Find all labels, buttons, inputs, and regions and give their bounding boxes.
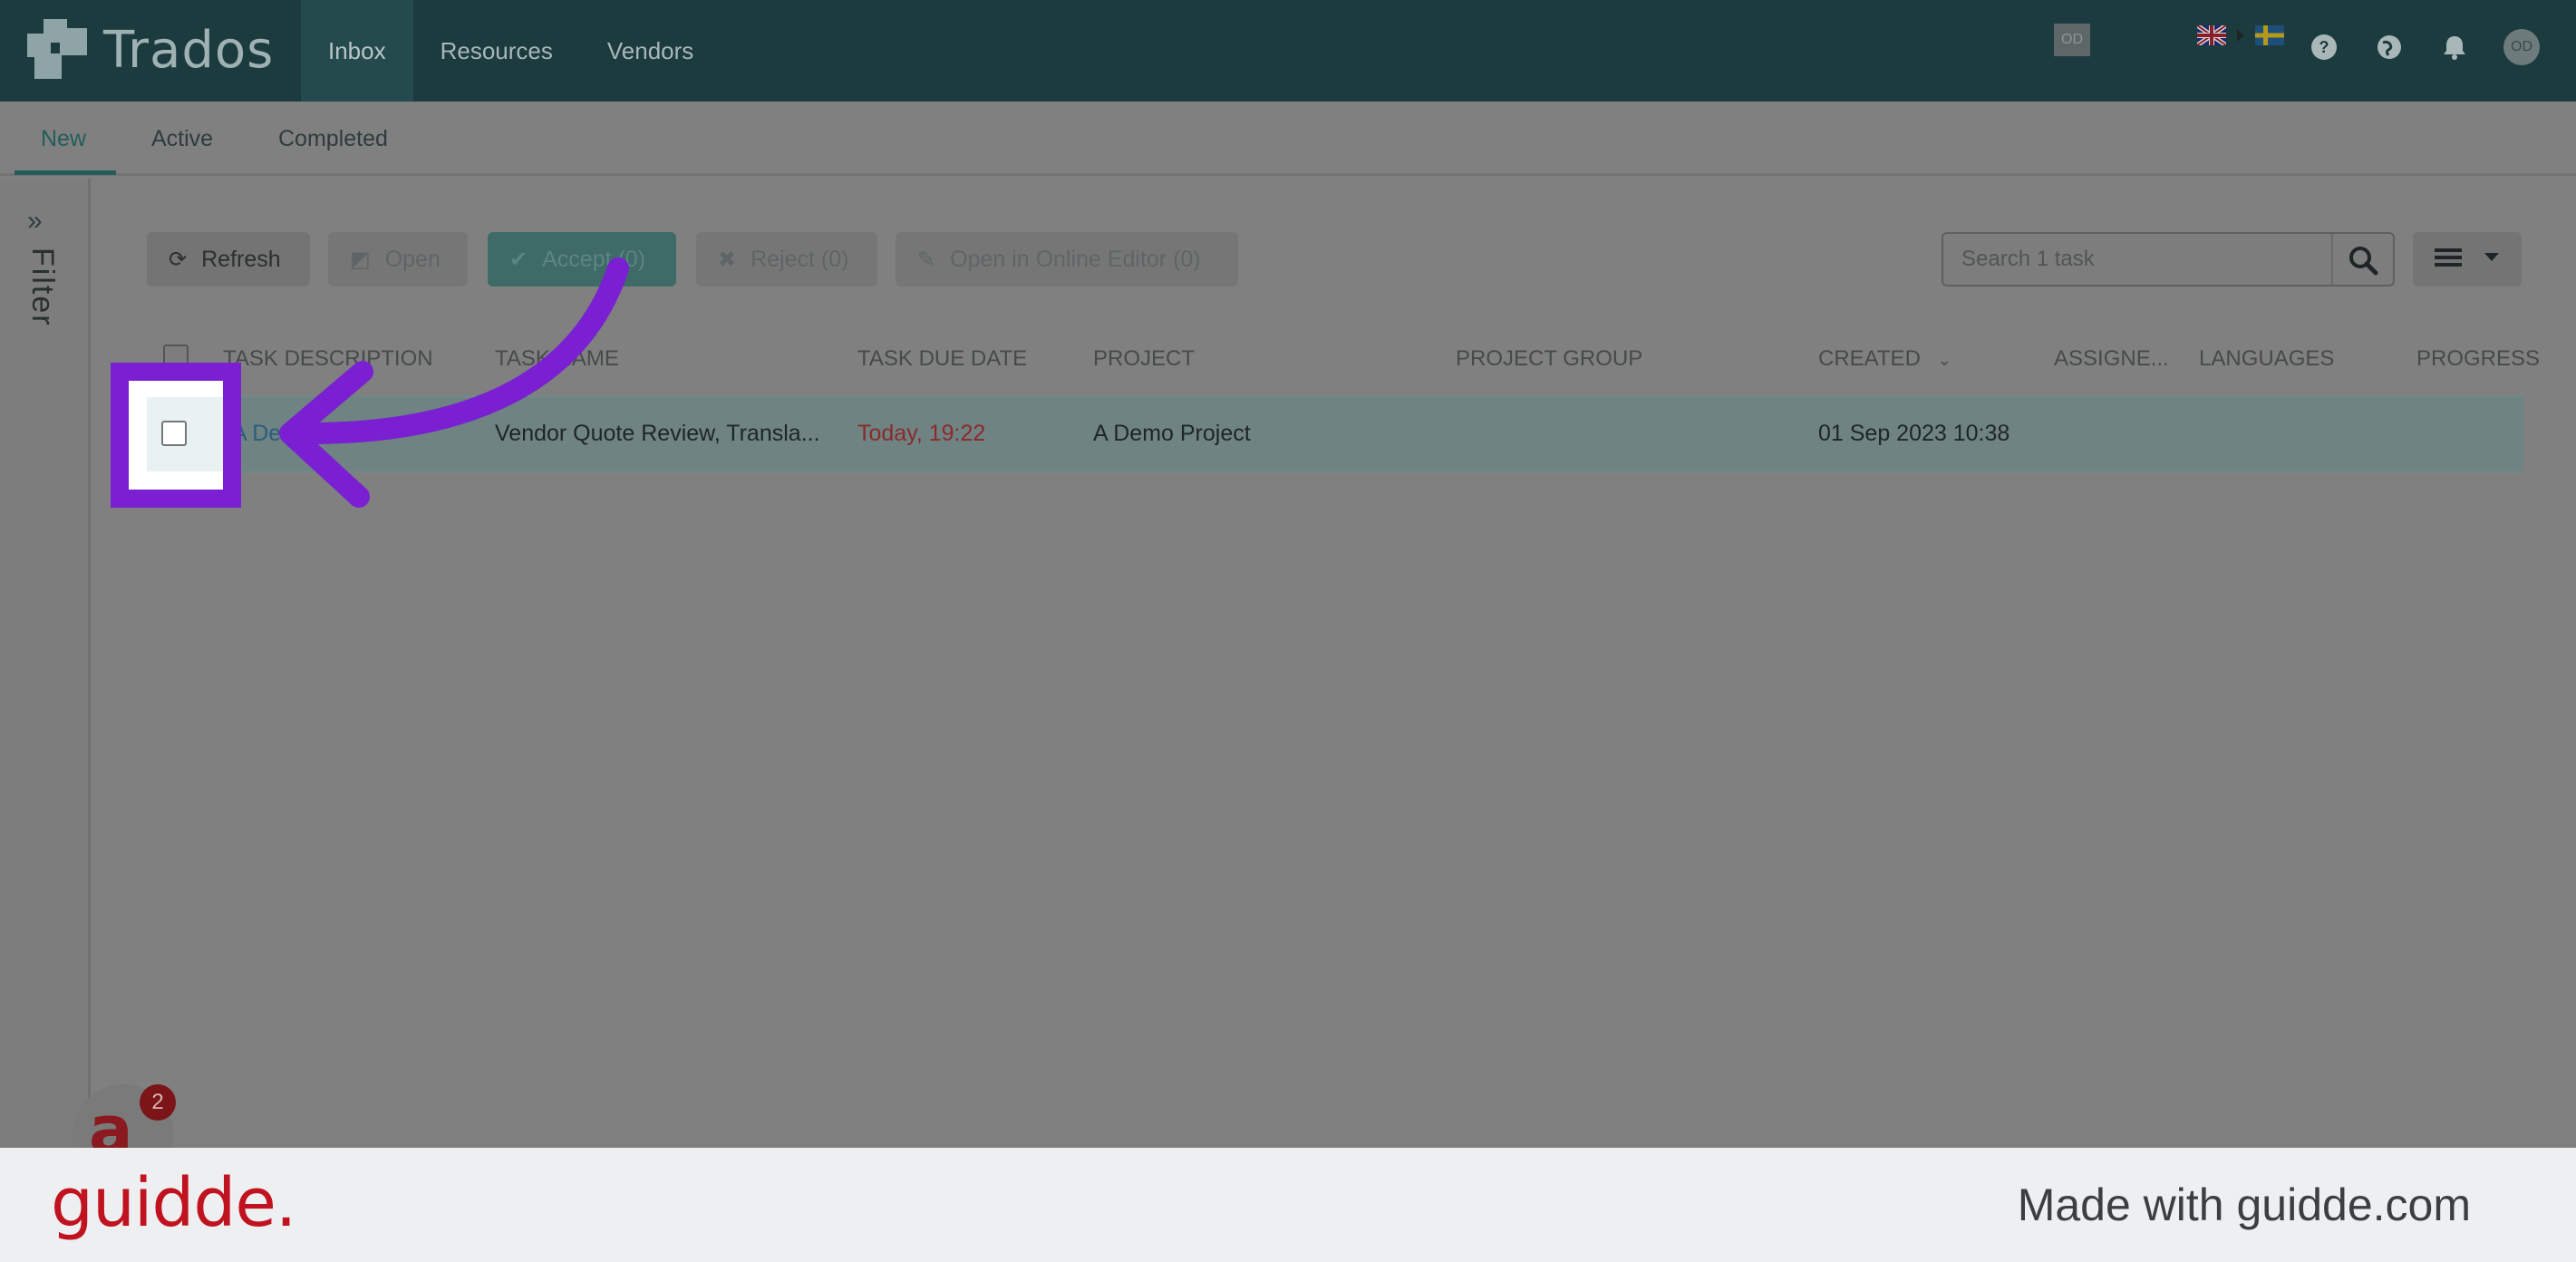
task-name-cell: Vendor Quote Review, Transla...	[495, 421, 820, 446]
col-created[interactable]: CREATED ⌄	[1818, 346, 1951, 372]
svg-text:?: ?	[2319, 38, 2329, 56]
col-languages[interactable]: LANGUAGES	[2199, 346, 2334, 372]
filter-sidebar[interactable]: » Filter	[0, 179, 91, 1148]
tab-completed[interactable]: Completed	[278, 102, 388, 176]
col-project[interactable]: PROJECT	[1093, 346, 1195, 372]
task-description-link[interactable]: A Demo	[232, 421, 313, 447]
open-online-editor-button[interactable]: ✎ Open in Online Editor (0)	[896, 232, 1238, 286]
edit-icon: ✎	[917, 247, 936, 272]
list-icon	[2435, 247, 2462, 273]
col-task-name[interactable]: TASK NAME	[495, 346, 619, 372]
filter-label: Filter	[25, 248, 60, 327]
check-icon: ✔	[509, 247, 528, 272]
due-date-cell: Today, 19:22	[857, 421, 986, 446]
reject-label: Reject (0)	[751, 246, 849, 272]
refresh-button[interactable]: ⟳ Refresh	[147, 232, 310, 286]
nav-inbox[interactable]: Inbox	[301, 0, 413, 102]
view-options-button[interactable]	[2413, 232, 2522, 286]
created-cell: 01 Sep 2023 10:38	[1818, 421, 2010, 446]
inbox-subtabs: New Active Completed	[0, 102, 2576, 176]
chevron-down-icon	[2484, 251, 2500, 267]
bell-icon[interactable]	[2438, 31, 2471, 63]
col-project-group[interactable]: PROJECT GROUP	[1456, 346, 1642, 372]
notification-count-badge: 2	[140, 1084, 176, 1121]
made-with-text: Made with guidde.com	[2017, 1179, 2471, 1230]
trados-logo[interactable]: Trados	[27, 18, 274, 82]
row-select-checkbox[interactable]	[161, 421, 187, 446]
col-task-due-date[interactable]: TASK DUE DATE	[857, 346, 1027, 372]
open-button[interactable]: ◩ Open	[328, 232, 468, 286]
globe-icon[interactable]	[2373, 31, 2406, 63]
accept-button[interactable]: ✔ Accept (0)	[488, 232, 676, 286]
refresh-icon: ⟳	[169, 247, 188, 272]
help-icon[interactable]: ?	[2308, 31, 2340, 63]
accept-label: Accept (0)	[542, 246, 646, 272]
open-icon: ◩	[350, 247, 371, 272]
guidde-logo: guidde.	[51, 1164, 296, 1242]
refresh-label: Refresh	[201, 246, 281, 272]
search-input[interactable]	[1943, 234, 2333, 285]
col-created-label: CREATED	[1818, 346, 1921, 371]
task-search	[1942, 232, 2395, 286]
user-avatar[interactable]: OD	[2503, 29, 2540, 65]
sweden-flag-icon	[2255, 25, 2284, 45]
nav-resources[interactable]: Resources	[413, 0, 580, 102]
tab-active[interactable]: Active	[151, 102, 213, 176]
table-header: TASK DESCRIPTION TASK NAME TASK DUE DATE…	[145, 337, 2540, 384]
col-assignee[interactable]: ASSIGNE...	[2054, 346, 2169, 372]
language-pair	[2197, 25, 2284, 45]
app-name: Trados	[103, 20, 275, 80]
sort-desc-icon: ⌄	[1937, 351, 1951, 369]
col-progress[interactable]: PROGRESS	[2416, 346, 2540, 372]
active-tab-indicator	[15, 170, 116, 175]
main-nav: Inbox Resources Vendors	[301, 0, 721, 102]
reject-button[interactable]: ✖ Reject (0)	[696, 232, 877, 286]
col-task-description[interactable]: TASK DESCRIPTION	[223, 346, 433, 372]
table-row[interactable]: A Demo Vendor Quote Review, Transla... T…	[145, 395, 2523, 473]
trados-logo-icon	[27, 19, 89, 81]
project-cell: A Demo Project	[1093, 421, 1251, 446]
open-online-editor-label: Open in Online Editor (0)	[950, 246, 1201, 272]
search-divider	[2331, 234, 2333, 285]
open-label: Open	[384, 246, 441, 272]
nav-vendors[interactable]: Vendors	[580, 0, 721, 102]
chevron-double-right-icon[interactable]: »	[27, 206, 43, 237]
arrow-right-icon	[2237, 29, 2244, 42]
assignee-avatar: OD	[2054, 24, 2090, 56]
top-navbar: Trados Inbox Resources Vendors ? OD	[0, 0, 2576, 102]
nav-icons: ? OD	[2308, 29, 2540, 65]
uk-flag-icon	[2197, 25, 2226, 45]
annotation-arrow	[279, 257, 629, 508]
search-icon[interactable]	[2348, 245, 2378, 276]
tab-new[interactable]: New	[41, 102, 86, 176]
close-icon: ✖	[718, 247, 737, 272]
